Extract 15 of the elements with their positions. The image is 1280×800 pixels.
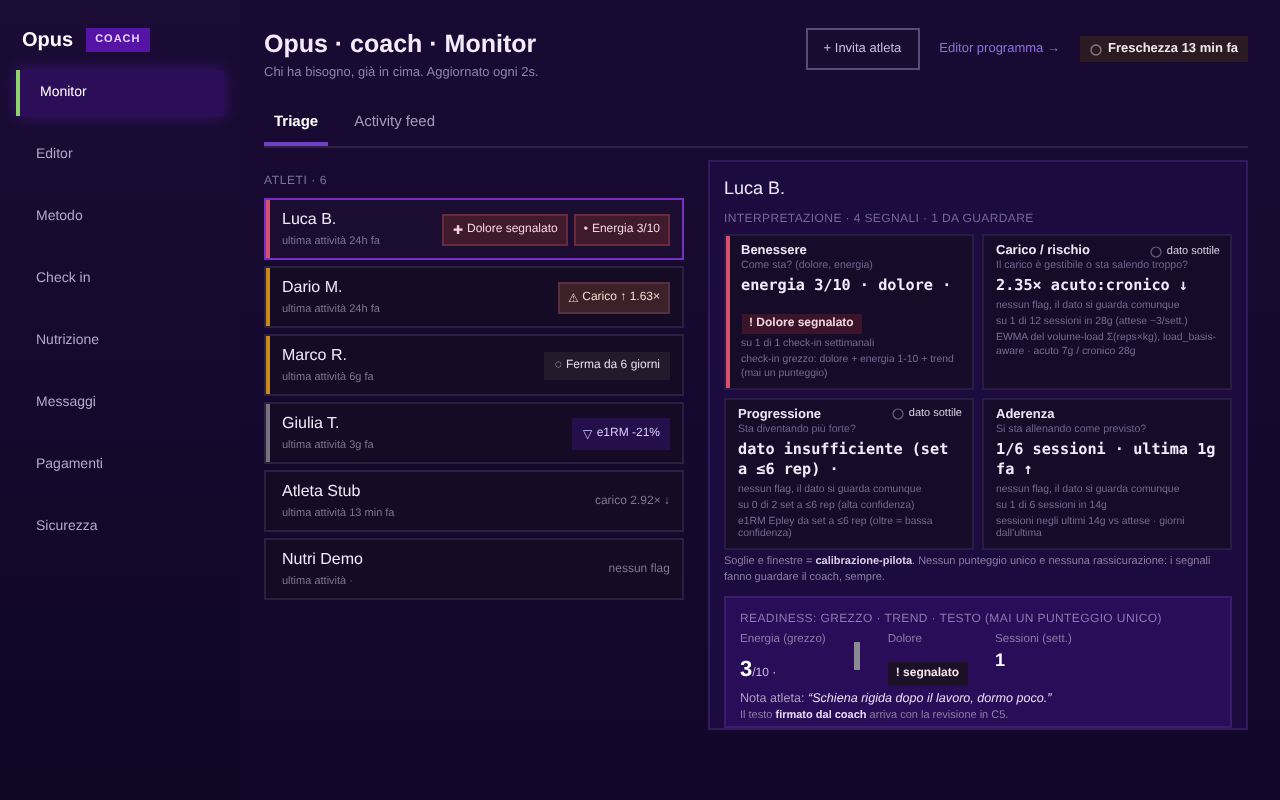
trend-bar xyxy=(853,642,860,671)
energy-value: 3 xyxy=(740,658,753,683)
brand-name: Opus xyxy=(22,29,74,51)
athlete-name: Giulia T. xyxy=(282,414,342,432)
athlete-name: Atleta Stub xyxy=(282,482,363,500)
circle-icon xyxy=(892,408,905,420)
detail-title: Luca B. xyxy=(724,178,788,198)
circle-icon xyxy=(1150,245,1163,257)
athlete-name: Marco R. xyxy=(282,346,349,364)
sessions-value: 1 xyxy=(995,650,1008,671)
clock-icon xyxy=(1089,43,1102,55)
athlete-name: Luca B. xyxy=(282,210,339,228)
athlete-name: Nutri Demo xyxy=(282,550,365,568)
page-title: Opus · coach · Monitor xyxy=(264,30,539,58)
athlete-name: Dario M. xyxy=(282,278,345,296)
